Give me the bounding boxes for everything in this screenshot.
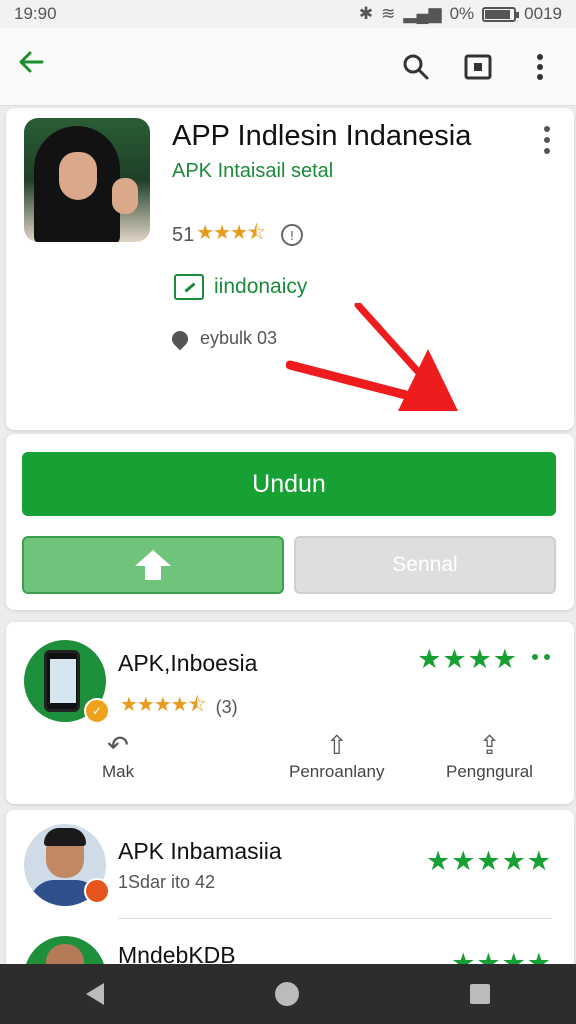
related-app-title[interactable]: APK,Inboesia [118, 650, 257, 677]
system-nav-bar [0, 964, 576, 1024]
share-icon: ⇧ [325, 730, 348, 760]
rating-count: (3) [215, 696, 238, 717]
category-badge[interactable]: iindonaicy [174, 274, 307, 300]
location-row: eybulk 03 [168, 327, 278, 350]
location-label: eybulk 03 [200, 328, 278, 348]
action-label: Penroanlany [289, 762, 385, 781]
action-reply[interactable]: ↶ Mak [102, 730, 134, 782]
wifi-icon: ≋ [381, 4, 396, 23]
signal-icon: ▂▄▆ [403, 4, 442, 23]
info-icon[interactable]: ! [280, 224, 303, 246]
green-rating-stars: ★★★★ [417, 644, 518, 674]
nav-recents-icon[interactable] [470, 984, 491, 1004]
app-more-button[interactable] [544, 126, 552, 154]
list-item-subtitle: 1Sdar ito 42 [118, 872, 216, 892]
related-app-rating: ★★★★⯪ (3) [118, 690, 238, 724]
app-toolbar [0, 28, 576, 106]
search-icon [403, 54, 429, 79]
status-clock-right: 0019 [524, 4, 562, 23]
nav-back-icon[interactable] [85, 983, 104, 1005]
status-bar: 19:90 ✱ ≋ ▂▄▆ 0% 0019 [0, 0, 576, 28]
app-title: APP Indlesin Indanesia [172, 120, 472, 152]
share-icon: ⇪ [478, 730, 501, 760]
green-rating-stars: ★★★★★ [425, 846, 552, 876]
rating-stars: ★★★⯪ [196, 222, 266, 244]
secondary-button[interactable]: Sennal [294, 536, 556, 594]
offer-badge-icon: ✓ [84, 698, 110, 724]
divider [118, 918, 552, 919]
avatar-badge-icon [84, 878, 110, 904]
rating-stars: ★★★★⯪ [120, 694, 207, 716]
bluetooth-icon: ✱ [358, 4, 374, 23]
battery-level [485, 9, 511, 19]
upload-button[interactable] [22, 536, 284, 594]
rating-count: 51 [172, 223, 195, 246]
action-label: Mak [102, 762, 135, 781]
app-icon [24, 118, 150, 242]
status-icons: ✱ ≋ ▂▄▆ 0% 0019 [359, 4, 562, 24]
cast-icon [464, 54, 492, 79]
reply-icon: ↶ [107, 730, 129, 760]
install-actions-card: Undun Sennal [6, 434, 574, 610]
battery-icon [482, 6, 520, 22]
app-header-card: APP Indlesin Indanesia APK Intaisail set… [6, 108, 574, 430]
search-button[interactable] [396, 47, 436, 87]
action-share[interactable]: ⇧ Penroanlany [289, 730, 384, 782]
more-vert-icon [537, 53, 543, 80]
more-dots-button[interactable] [532, 654, 550, 660]
arrow-left-icon [19, 51, 44, 73]
back-button[interactable] [16, 47, 56, 86]
action-share-alt[interactable]: ⇪ Pengngural [446, 730, 533, 782]
upload-arrow-icon [135, 550, 171, 580]
related-app-card[interactable]: ✓ APK,Inboesia ★★★★⯪ (3) ★★★★ ↶ Mak ⇧ Pe… [6, 622, 574, 804]
action-label: Pengngural [446, 762, 533, 781]
related-list-card: APK Inbamasiia 1Sdar ito 42 ★★★★★ MndebK… [6, 810, 574, 1018]
location-pin-icon [168, 327, 192, 350]
status-time: 19:90 [14, 4, 57, 23]
list-item-title[interactable]: APK Inbamasiia [118, 838, 282, 865]
more-options-button[interactable] [520, 47, 560, 87]
app-developer-link[interactable]: APK Intaisail setal [172, 160, 333, 183]
install-button[interactable]: Undun [22, 452, 556, 516]
red-arrow-annotation [286, 303, 458, 411]
category-label: iindonaicy [214, 275, 308, 298]
cast-button[interactable] [458, 47, 498, 87]
badge-icon [174, 274, 204, 300]
nav-home-icon[interactable] [274, 982, 299, 1006]
battery-percent: 0% [449, 4, 475, 23]
rating-row: 51 ★★★⯪ ! [172, 218, 303, 252]
